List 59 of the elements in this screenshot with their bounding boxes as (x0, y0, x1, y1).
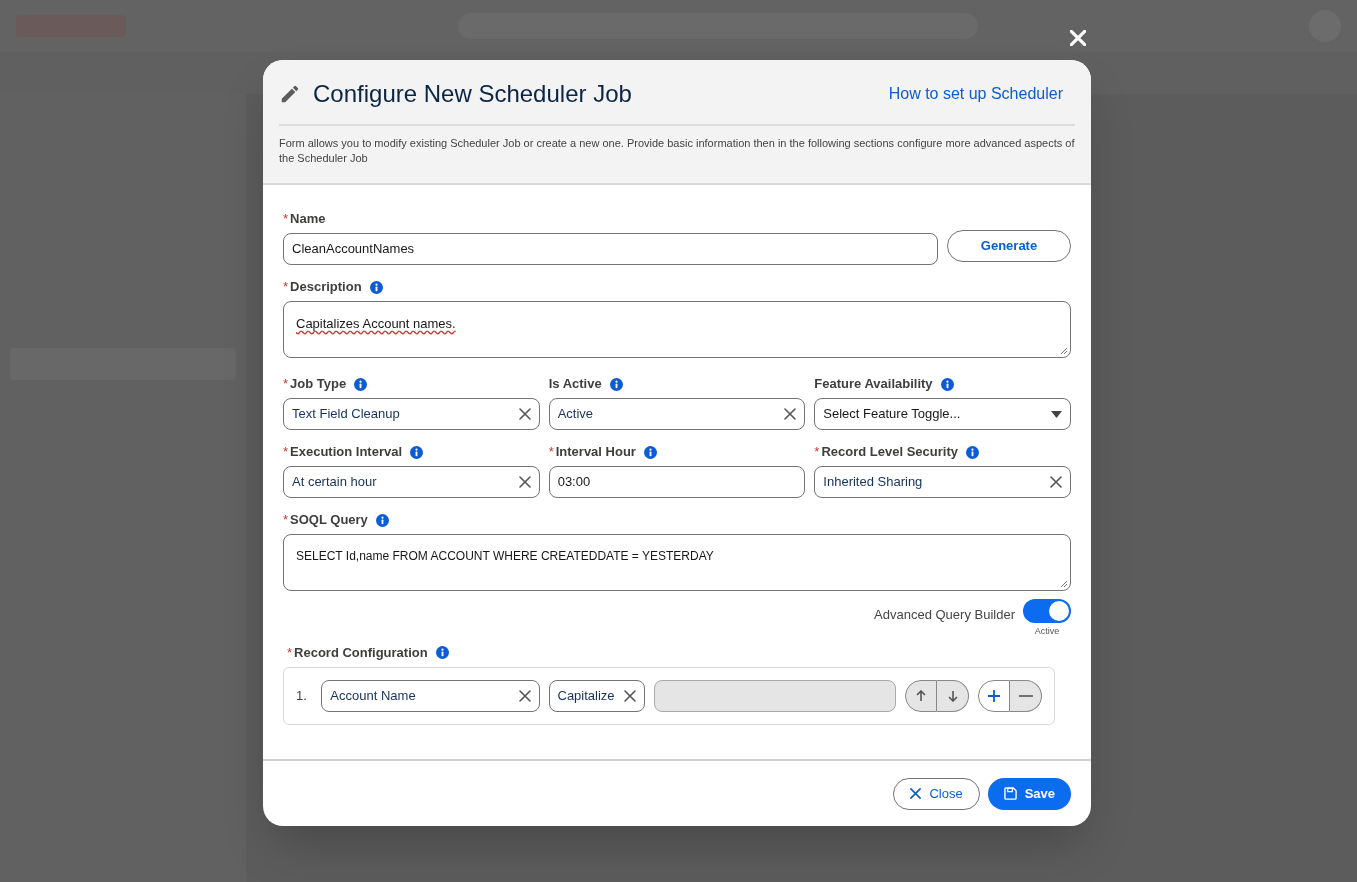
dialog-description: Form allows you to modify existing Scheduler Job or create a new one. Provide basic information then in the following sections configure more advanced aspects of the Scheduler Job (279, 136, 1075, 166)
plus-icon (987, 688, 1001, 703)
toggle-status: Active (1034, 625, 1060, 638)
info-icon[interactable] (965, 445, 979, 459)
clear-icon[interactable] (518, 476, 531, 488)
close-icon[interactable] (910, 788, 922, 799)
select-field[interactable]: Capitalize (548, 679, 646, 712)
select-field[interactable]: At certain hour (283, 466, 540, 498)
clear-icon[interactable] (624, 689, 637, 702)
info-icon[interactable] (369, 280, 383, 294)
info-icon[interactable] (643, 445, 657, 459)
select-field[interactable]: Active (548, 398, 806, 430)
field-label: *Execution Interval (283, 443, 403, 462)
field-label: *Record Level Security (814, 443, 958, 462)
info-icon[interactable] (435, 646, 449, 659)
remove-button[interactable] (1010, 679, 1042, 712)
arrow-down-icon (947, 689, 958, 702)
toggle-switch[interactable] (1023, 599, 1071, 623)
field-label: *Record Configuration (287, 643, 428, 662)
info-icon[interactable] (940, 377, 954, 391)
input-field[interactable]: 03:00 (548, 466, 806, 498)
help-link[interactable]: How to set up Scheduler (888, 82, 1063, 106)
row-number: 1. (296, 686, 308, 705)
clear-icon[interactable] (1050, 476, 1062, 488)
info-icon[interactable] (410, 445, 424, 459)
toggle-label: Advanced Query Builder (874, 606, 1015, 624)
resize-grip-icon[interactable] (1060, 347, 1068, 355)
field-label: *Job Type (283, 375, 347, 394)
info-icon[interactable] (609, 377, 623, 391)
description-field[interactable]: Capitalizes Account names. (283, 301, 1071, 358)
field-label: *SOQL Query (283, 511, 368, 530)
resize-grip-icon[interactable] (1060, 580, 1068, 588)
arrow-up-icon (916, 689, 926, 702)
caret-icon (1051, 410, 1062, 418)
field-label: Is Active (548, 375, 602, 394)
field-label: *Name (283, 210, 326, 229)
add-button[interactable] (978, 679, 1010, 712)
clear-icon[interactable] (518, 689, 531, 702)
select-field[interactable]: Inherited Sharing (814, 466, 1071, 498)
pencil-icon (279, 83, 301, 105)
minus-icon (1018, 694, 1033, 697)
select-field[interactable]: Text Field Cleanup (283, 398, 540, 430)
save-button[interactable]: Save (987, 777, 1071, 810)
close-dialog-button[interactable]: Close (893, 777, 980, 810)
field-label: Feature Availability (814, 375, 933, 394)
input-field[interactable]: CleanAccountNames (283, 233, 938, 265)
clear-icon[interactable] (784, 408, 797, 420)
select-field[interactable]: Account Name (321, 679, 540, 712)
soql-query-field[interactable]: SELECT Id,name FROM ACCOUNT WHERE CREATEDDATE = YESTERDAY (283, 534, 1071, 591)
dropdown-field[interactable]: Select Feature Toggle... (814, 398, 1071, 430)
move-down-button[interactable] (937, 679, 969, 712)
info-icon[interactable] (354, 377, 368, 391)
move-up-button[interactable] (905, 679, 937, 712)
field-label: *Interval Hour (548, 443, 636, 462)
clear-icon[interactable] (518, 408, 531, 420)
field-label: *Description (283, 278, 362, 297)
dialog-title: Configure New Scheduler Job (313, 79, 632, 109)
save-icon (1003, 787, 1017, 800)
info-icon[interactable] (375, 513, 389, 527)
